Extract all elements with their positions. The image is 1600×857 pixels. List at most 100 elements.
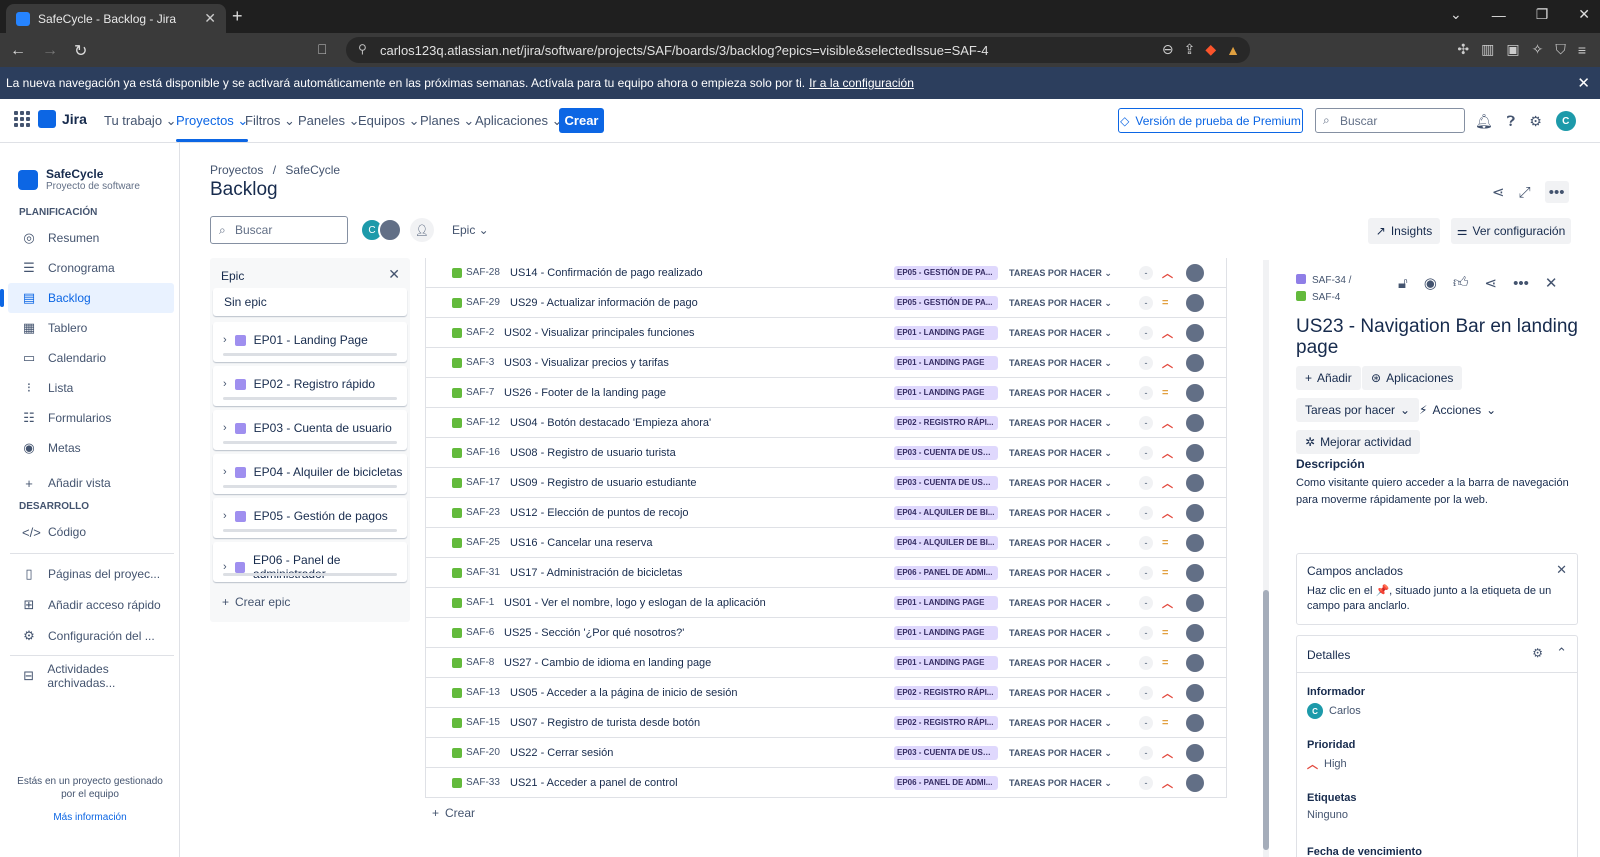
issue-key[interactable]: SAF-1 (466, 597, 494, 608)
header-search-input[interactable]: ⌕ Buscar (1315, 108, 1465, 133)
sidebar-item-configuracion[interactable]: ⚙ Configuración del ... (0, 621, 174, 651)
sidebar-item-metas[interactable]: ◉ Metas (0, 433, 174, 463)
sidebar-item-tablero[interactable]: ▦ Tablero (0, 313, 174, 343)
epic-lozenge[interactable]: EP02 - REGISTRO RÁPI... (894, 685, 998, 700)
banner-config-link[interactable]: Ir a la configuración (809, 76, 914, 90)
table-row[interactable]: SAF-29 US29 - Actualizar información de p… (426, 288, 1226, 318)
estimate[interactable]: - (1139, 265, 1153, 280)
estimate[interactable]: - (1139, 625, 1153, 640)
description-text[interactable]: Como visitante quiero acceder a la barra… (1296, 475, 1578, 509)
issue-summary[interactable]: US27 - Cambio de idioma en landing page (504, 657, 711, 669)
issue-key[interactable]: SAF-28 (466, 267, 500, 278)
epic-lozenge[interactable]: EP02 - REGISTRO RÁPI... (894, 715, 998, 730)
issue-key[interactable]: SAF-16 (466, 447, 500, 458)
profile-avatar[interactable]: C (1555, 111, 1576, 131)
leo-ai-icon[interactable]: ✧ (1532, 41, 1544, 58)
issue-summary[interactable]: US02 - Visualizar principales funciones (504, 327, 695, 339)
notifications-icon[interactable]: 🔔︎ (1475, 113, 1493, 130)
nav-tu-trabajo[interactable]: Tu trabajo ⌄ (104, 113, 177, 129)
fullscreen-icon[interactable]: ⤢ (1519, 184, 1531, 201)
issue-summary[interactable]: US25 - Sección '¿Por qué nosotros?' (504, 627, 684, 639)
add-button[interactable]: + Añadir (1296, 366, 1361, 390)
assignee-avatar[interactable] (1186, 263, 1204, 282)
assignee-avatar[interactable] (1186, 653, 1204, 672)
epic-card[interactable]: ›EP06 - Panel de administrador (213, 542, 407, 582)
table-row[interactable]: SAF-25 US16 - Cancelar una reserva EP04 - … (426, 528, 1226, 558)
view-settings-button[interactable]: ⚌ Ver configuración (1451, 218, 1571, 244)
table-row[interactable]: SAF-33 US21 - Acceder a panel de control E… (426, 768, 1226, 798)
bookmark-icon[interactable]: ⎕ (318, 41, 326, 58)
epic-card[interactable]: › EP03 - Cuenta de usuario (213, 410, 407, 450)
issue-key[interactable]: SAF-31 (466, 567, 500, 578)
issue-summary[interactable]: US01 - Ver el nombre, logo y eslogan de … (504, 597, 766, 609)
issue-summary[interactable]: US17 - Administración de bicicletas (510, 567, 682, 579)
epic-lozenge[interactable]: EP01 - LANDING PAGE (894, 595, 998, 610)
nav-filtros[interactable]: Filtros ⌄ (245, 113, 295, 129)
close-window-icon[interactable]: ✕ (1578, 6, 1590, 23)
more-options-icon[interactable]: ••• (1513, 275, 1529, 292)
chevron-up-icon[interactable]: ⌃ (1556, 645, 1567, 661)
estimate[interactable]: - (1139, 595, 1153, 610)
url-bar[interactable]: ⚲ carlos123q.atlassian.net/jira/software… (346, 37, 1250, 63)
create-epic-button[interactable]: + Crear epic (222, 595, 290, 609)
issue-summary[interactable]: US21 - Acceder a panel de control (510, 777, 678, 789)
site-info-icon[interactable]: ⚲ (358, 42, 367, 56)
vpn-icon[interactable]: ⛉ (1555, 41, 1566, 58)
settings-icon[interactable]: ⚙ (1532, 646, 1543, 660)
estimate[interactable]: - (1139, 415, 1153, 430)
issue-summary[interactable]: US14 - Confirmación de pago realizado (510, 267, 703, 279)
like-icon[interactable]: 👍︎ (1453, 274, 1469, 292)
status-dropdown[interactable]: TAREAS POR HACER ⌄ (1009, 685, 1112, 701)
estimate[interactable]: - (1139, 715, 1153, 730)
table-row[interactable]: SAF-2 US02 - Visualizar principales funci… (426, 318, 1226, 348)
status-dropdown[interactable]: TAREAS POR HACER ⌄ (1009, 595, 1112, 611)
table-row[interactable]: SAF-3 US03 - Visualizar precios y tarifas… (426, 348, 1226, 378)
epic-lozenge[interactable]: EP04 - ALQUILER DE BI... (894, 535, 998, 550)
epic-lozenge[interactable]: EP01 - LANDING PAGE (894, 385, 998, 400)
zoom-icon[interactable]: ⊖ (1162, 41, 1174, 58)
estimate[interactable]: - (1139, 535, 1153, 550)
status-dropdown[interactable]: TAREAS POR HACER ⌄ (1009, 625, 1112, 641)
estimate[interactable]: - (1139, 295, 1153, 310)
table-row[interactable]: SAF-15 US07 - Registro de turista desde b… (426, 708, 1226, 738)
assignee-avatar[interactable] (1186, 593, 1204, 612)
status-dropdown[interactable]: TAREAS POR HACER ⌄ (1009, 565, 1112, 581)
sidebar-item-acceso-rapido[interactable]: ⊞ Añadir acceso rápido (0, 590, 174, 620)
issue-summary[interactable]: US29 - Actualizar información de pago (510, 297, 698, 309)
table-row[interactable]: SAF-28 US14 - Confirmación de pago realiz… (426, 258, 1226, 288)
epic-lozenge[interactable]: EP05 - GESTIÓN DE PA... (894, 265, 998, 280)
brave-rewards-icon[interactable]: ▲ (1226, 42, 1240, 58)
estimate[interactable]: - (1139, 385, 1153, 400)
table-row[interactable]: SAF-7 US26 - Footer de la landing page EP0… (426, 378, 1226, 408)
brave-shields-icon[interactable]: ◆ (1205, 41, 1216, 58)
sidebar-item-paginas[interactable]: ▯ Páginas del proyec... (0, 559, 174, 589)
watch-icon[interactable]: ◉ (1424, 274, 1437, 292)
help-icon[interactable]: ❓︎ (1507, 113, 1515, 130)
issue-summary[interactable]: US08 - Registro de usuario turista (510, 447, 676, 459)
sidebar-item-cronograma[interactable]: ☰ Cronograma (0, 253, 174, 283)
estimate[interactable]: - (1139, 745, 1153, 760)
actions-dropdown[interactable]: ⚡︎ Acciones ⌄ (1410, 398, 1505, 422)
issue-summary[interactable]: US03 - Visualizar precios y tarifas (504, 357, 669, 369)
status-dropdown[interactable]: TAREAS POR HACER ⌄ (1009, 775, 1112, 791)
issue-title[interactable]: US23 - Navigation Bar en landing page (1296, 316, 1586, 358)
estimate[interactable]: - (1139, 775, 1153, 790)
assignee-avatar[interactable] (1186, 383, 1204, 402)
priority-value[interactable]: ︿ High (1307, 756, 1347, 772)
assignee-avatar[interactable] (1186, 533, 1204, 552)
sidebar-add-view[interactable]: + Añadir vista (0, 468, 174, 498)
minimize-icon[interactable]: — (1492, 7, 1506, 23)
issue-key[interactable]: SAF-6 (466, 627, 494, 638)
epic-lozenge[interactable]: EP06 - PANEL DE ADMI... (894, 565, 998, 580)
epic-lozenge[interactable]: EP02 - REGISTRO RÁPI... (894, 415, 998, 430)
menu-icon[interactable]: ≡ (1578, 42, 1586, 58)
status-dropdown[interactable]: TAREAS POR HACER ⌄ (1009, 715, 1112, 731)
sidebar-item-backlog[interactable]: ▤ Backlog (0, 283, 174, 313)
assignee-avatar[interactable] (1186, 473, 1204, 492)
more-options-icon[interactable]: ••• (1544, 181, 1569, 203)
epic-filter-dropdown[interactable]: Epic ⌄ (452, 223, 489, 237)
status-dropdown[interactable]: TAREAS POR HACER ⌄ (1009, 265, 1112, 281)
assignee-avatar[interactable] (1186, 503, 1204, 522)
reload-icon[interactable]: ↻ (74, 41, 87, 61)
epic-lozenge[interactable]: EP01 - LANDING PAGE (894, 325, 998, 340)
